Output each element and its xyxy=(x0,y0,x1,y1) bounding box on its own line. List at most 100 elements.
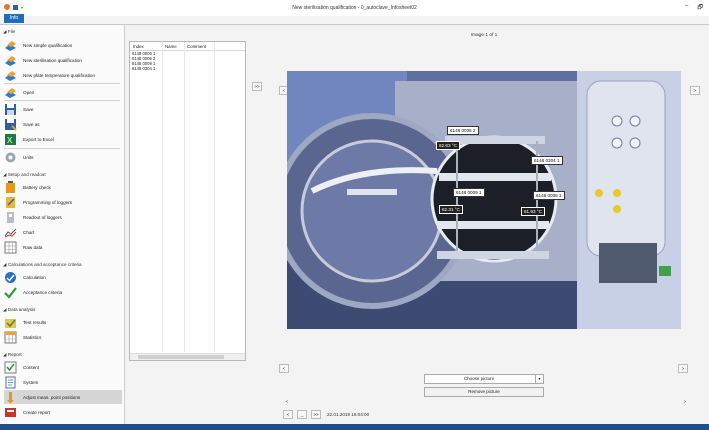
sidebar-item-label: System xyxy=(23,379,39,385)
sensor-tag[interactable]: 6148 0304 1 xyxy=(531,156,563,165)
sidebar-item-test-results[interactable]: Test results xyxy=(4,315,122,329)
sidebar-item-open[interactable]: Open xyxy=(4,85,122,99)
timeline-left-arrow[interactable]: < xyxy=(283,398,291,405)
sidebar-item-label: Export to Excel xyxy=(23,136,54,142)
new-qualification-icon xyxy=(4,39,17,52)
column-divider xyxy=(162,42,163,352)
sidebar-item-label: Readout of loggers xyxy=(23,214,62,220)
sidebar-item-export-excel[interactable]: X Export to Excel xyxy=(4,132,122,146)
sidebar-item-label: Statistics xyxy=(23,334,42,340)
sidebar-item-adjust-positions[interactable]: Adjust meas. point positions xyxy=(4,390,122,404)
pdf-icon xyxy=(4,406,17,419)
statistics-icon xyxy=(4,331,17,344)
sidebar-item-label: Open xyxy=(23,89,35,95)
sidebar-item-label: Calculation xyxy=(23,274,46,280)
column-header-comment[interactable]: Comment xyxy=(187,44,206,49)
divider xyxy=(4,100,120,101)
sidebar-item-acceptance-criteria[interactable]: Acceptance criteria xyxy=(4,285,122,299)
sidebar-item-new-sterilisation[interactable]: New sterilisation qualification xyxy=(4,53,122,67)
column-header-index[interactable]: Index xyxy=(133,44,144,49)
sidebar-item-chart[interactable]: Chart xyxy=(4,225,122,239)
document-icon xyxy=(4,376,17,389)
column-divider xyxy=(184,42,185,352)
sidebar-item-label: Create report xyxy=(23,409,51,415)
timeline-right-arrow[interactable]: > xyxy=(681,398,689,405)
sidebar-item-battery-check[interactable]: Battery check xyxy=(4,180,122,194)
sidebar-item-programming[interactable]: Programming of loggers xyxy=(4,195,122,209)
chevron-down-icon[interactable]: ▾ xyxy=(535,375,543,383)
previous-step-button[interactable]: < xyxy=(283,410,293,419)
sidebar-item-units[interactable]: Units xyxy=(4,150,122,164)
autoclave-image-icon xyxy=(287,71,681,329)
horizontal-scrollbar[interactable] xyxy=(130,353,245,360)
sidebar-item-label: New simple qualification xyxy=(23,42,73,48)
section-file[interactable]: ◢ File xyxy=(3,29,15,35)
temperature-label: 62.63 °C xyxy=(436,141,460,150)
sensor-tag[interactable]: 6148 0009 1 xyxy=(453,188,485,197)
temperature-label: 61.93 °C xyxy=(521,207,545,216)
gear-icon xyxy=(4,151,17,164)
divider xyxy=(4,83,120,84)
section-analysis[interactable]: ◢ Data analysis xyxy=(3,307,35,313)
next-image-button[interactable]: > xyxy=(690,86,700,95)
svg-text:X: X xyxy=(7,136,13,145)
sidebar: ◢ File New simple qualification New ster… xyxy=(0,25,125,425)
section-calc[interactable]: ◢ Calculations and acceptance criteria xyxy=(3,262,82,268)
content-icon xyxy=(4,361,17,374)
sidebar-item-label: New sterilisation qualification xyxy=(23,57,82,63)
sidebar-item-readout[interactable]: Readout of loggers xyxy=(4,210,122,224)
remove-picture-button[interactable]: Remove picture xyxy=(424,387,544,397)
minimize-step-button[interactable]: _ xyxy=(297,410,307,419)
maximize-button[interactable]: 🗗 xyxy=(697,3,703,13)
window-title: New sterilisation qualification - 0_auto… xyxy=(292,5,417,11)
scroll-left-button[interactable]: < xyxy=(279,364,289,373)
minimize-button[interactable]: – xyxy=(685,3,688,13)
test-results-icon xyxy=(4,316,17,329)
collapse-table-button[interactable]: >> xyxy=(252,82,262,91)
table-icon xyxy=(4,241,17,254)
sidebar-item-content[interactable]: Content xyxy=(4,360,122,374)
pointer-icon xyxy=(4,391,17,404)
sidebar-item-label: Content xyxy=(23,364,40,370)
sidebar-item-new-simple[interactable]: New simple qualification xyxy=(4,38,122,52)
sidebar-item-statistics[interactable]: Statistics xyxy=(4,330,122,344)
sidebar-item-label: Battery check xyxy=(23,184,51,190)
open-icon xyxy=(4,86,17,99)
programming-icon xyxy=(4,196,17,209)
new-qualification-icon xyxy=(4,54,17,67)
autoclave-photo[interactable]: 6148 0006 2 62.63 °C 6148 0304 1 6148 00… xyxy=(287,71,681,329)
sidebar-item-new-plate-temperature[interactable]: New plate temperature qualification xyxy=(4,68,122,82)
measuring-point-table[interactable]: Index Name Comment 6148 0006 1 6148 0006… xyxy=(129,41,246,361)
sidebar-item-label: Save xyxy=(23,106,34,112)
sidebar-item-calculation[interactable]: Calculation xyxy=(4,270,122,284)
table-row[interactable]: 6148 0304 1 xyxy=(132,66,155,71)
taskbar xyxy=(0,424,709,430)
battery-icon xyxy=(4,180,17,194)
next-step-button[interactable]: >> xyxy=(311,410,321,419)
sidebar-item-save-as[interactable]: Save as xyxy=(4,117,122,131)
save-icon xyxy=(4,103,17,116)
scrollbar-thumb[interactable] xyxy=(138,355,224,359)
column-header-name[interactable]: Name xyxy=(165,44,177,49)
scroll-right-button[interactable]: > xyxy=(678,364,688,373)
image-counter: Image 1 of 1 xyxy=(470,33,498,38)
sidebar-item-label: Save as xyxy=(23,121,40,127)
sensor-tag[interactable]: 6148 0006 2 xyxy=(447,126,479,135)
sidebar-item-label: Adjust meas. point positions xyxy=(23,394,81,400)
choose-picture-dropdown[interactable]: Choose picture ▾ xyxy=(424,374,544,384)
sidebar-item-label: Chart xyxy=(23,229,35,235)
tab-info[interactable]: Info xyxy=(4,14,24,23)
sidebar-item-save[interactable]: Save xyxy=(4,102,122,116)
new-qualification-icon xyxy=(4,69,17,82)
checkmark-icon xyxy=(4,286,17,299)
sidebar-item-label: Acceptance criteria xyxy=(23,289,63,295)
section-report[interactable]: ◢ Report xyxy=(3,352,22,358)
sidebar-item-system[interactable]: System xyxy=(4,375,122,389)
choose-picture-label: Choose picture xyxy=(463,376,495,381)
sidebar-item-create-report[interactable]: Create report xyxy=(4,405,122,419)
sidebar-item-raw-data[interactable]: Raw data xyxy=(4,240,122,254)
section-setup[interactable]: ◢ Setup and readout xyxy=(3,172,46,178)
calculation-icon xyxy=(4,271,17,284)
title-bar: ▾ New sterilisation qualification - 0_au… xyxy=(0,0,709,16)
sensor-tag[interactable]: 6148 0006 1 xyxy=(533,191,565,200)
